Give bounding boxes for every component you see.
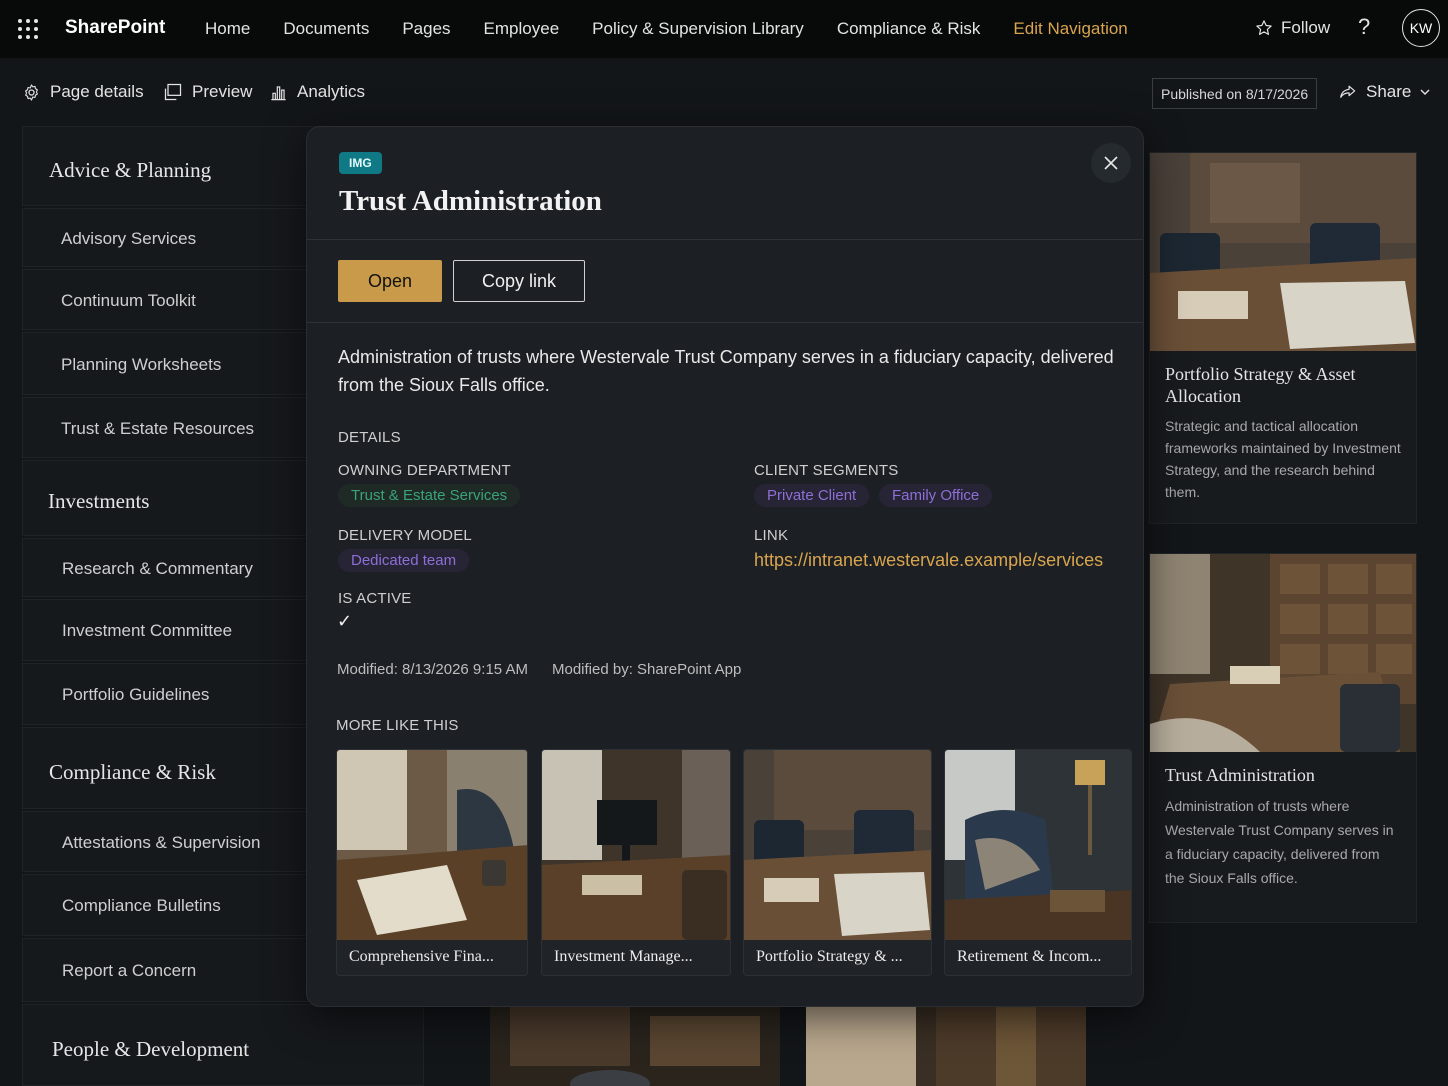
page-details-label: Page details [50, 82, 144, 101]
nav-item-label: Trust & Estate Resources [61, 419, 255, 438]
nav-item-label: Continuum Toolkit [61, 291, 196, 310]
close-icon [1104, 156, 1118, 170]
star-icon [1256, 20, 1272, 35]
dialog-title: Trust Administration [339, 185, 602, 217]
modified-date: Modified: 8/13/2026 9:15 AM [337, 661, 528, 678]
nav-policy-library[interactable]: Policy & Supervision Library [592, 19, 804, 39]
item-link[interactable]: https://intranet.westervale.example/serv… [754, 550, 1103, 571]
nav-pages[interactable]: Pages [402, 19, 450, 39]
link-label: LINK [754, 527, 789, 544]
background-image [490, 1006, 780, 1086]
page-details-button[interactable]: Page details [22, 82, 144, 102]
close-button[interactable] [1091, 143, 1131, 183]
nav-documents[interactable]: Documents [283, 19, 369, 39]
nav-home[interactable]: Home [205, 19, 250, 39]
app-launcher-icon[interactable] [18, 19, 38, 39]
gear-icon [25, 83, 38, 101]
nav-group-label: Advice & Planning [49, 158, 212, 182]
related-item-title: Investment Manage... [554, 948, 693, 965]
delivery-model-tag: Dedicated team [338, 549, 470, 572]
client-segment-tag: Private Client [754, 484, 870, 507]
avatar[interactable]: KW [1402, 9, 1440, 47]
edit-navigation-link[interactable]: Edit Navigation [1013, 19, 1127, 39]
nav-item-label: Portfolio Guidelines [62, 685, 210, 704]
related-item-image [744, 750, 931, 940]
preview-icon [164, 83, 182, 101]
modified-by: Modified by: SharePoint App [552, 661, 742, 678]
published-status: Published on 8/17/2026 [1152, 78, 1318, 109]
card-description: Strategic and tactical allocation framew… [1165, 418, 1401, 500]
nav-item-label: Attestations & Supervision [62, 833, 261, 852]
divider [307, 322, 1143, 323]
nav-item-label: Planning Worksheets [61, 355, 222, 374]
related-item-card[interactable]: Comprehensive Fina... [336, 749, 528, 976]
related-item-image [337, 750, 527, 940]
nav-item-label: Compliance Bulletins [62, 896, 221, 915]
share-label: Share [1366, 82, 1412, 101]
related-item-card[interactable]: Investment Manage... [541, 749, 731, 976]
related-item-card[interactable]: Retirement & Incom... [944, 749, 1132, 976]
follow-button[interactable]: Follow [1255, 18, 1330, 38]
item-detail-dialog: IMG Trust Administration Open Copy link … [306, 126, 1144, 1007]
follow-label: Follow [1281, 18, 1331, 37]
brand-name[interactable]: SharePoint [65, 17, 165, 39]
owning-department-label: OWNING DEPARTMENT [338, 462, 511, 479]
command-bar: Page details Preview Analytics Published… [0, 58, 1448, 128]
office-photo [806, 1006, 1086, 1086]
divider [307, 239, 1143, 240]
is-active-checkmark: ✓ [337, 611, 353, 631]
share-icon [1340, 85, 1356, 98]
nav-item-label: Advisory Services [61, 229, 197, 248]
preview-button[interactable]: Preview [163, 82, 252, 102]
copy-link-button[interactable]: Copy link [453, 260, 585, 302]
more-like-this-heading: MORE LIKE THIS [336, 717, 459, 734]
card-title: Portfolio Strategy & Asset Allocation [1165, 364, 1356, 406]
chevron-down-icon [1420, 89, 1430, 95]
related-item-card[interactable]: Portfolio Strategy & ... [743, 749, 932, 976]
nav-item-label: Research & Commentary [62, 559, 253, 578]
card-image [1150, 554, 1416, 752]
nav-item-label: Investment Committee [62, 621, 233, 640]
item-description: Administration of trusts where Westerval… [338, 347, 1114, 395]
card-description: Administration of trusts where Westerval… [1165, 798, 1394, 886]
analytics-icon [271, 85, 286, 100]
nav-compliance-risk[interactable]: Compliance & Risk [837, 19, 981, 39]
office-photo [490, 1006, 780, 1086]
nav-item-label: Report a Concern [62, 961, 197, 980]
is-active-label: IS ACTIVE [338, 590, 412, 607]
nav-group-label: Investments [48, 489, 150, 513]
nav-group-label: People & Development [52, 1037, 250, 1061]
analytics-button[interactable]: Analytics [269, 82, 365, 102]
delivery-model-label: DELIVERY MODEL [338, 527, 472, 544]
related-item-title: Retirement & Incom... [957, 948, 1102, 965]
related-item-image [945, 750, 1131, 940]
open-button[interactable]: Open [338, 260, 442, 302]
nav-group-label: Compliance & Risk [49, 760, 216, 784]
card-image [1150, 153, 1416, 351]
suite-bar: SharePoint Home Documents Pages Employee… [0, 0, 1448, 58]
preview-label: Preview [192, 82, 253, 101]
content-card[interactable]: Portfolio Strategy & Asset Allocation St… [1149, 152, 1417, 524]
client-segment-tag: Family Office [879, 484, 993, 507]
share-button[interactable]: Share [1338, 82, 1431, 102]
file-type-badge: IMG [339, 152, 382, 174]
related-item-title: Portfolio Strategy & ... [756, 948, 903, 965]
nav-employee[interactable]: Employee [484, 19, 560, 39]
help-icon[interactable]: ? [1358, 14, 1370, 40]
top-nav: Home Documents Pages Employee Policy & S… [205, 19, 1161, 39]
client-segments-label: CLIENT SEGMENTS [754, 462, 899, 479]
nav-group-people-development[interactable]: People & Development [22, 1004, 424, 1086]
card-title: Trust Administration [1165, 765, 1315, 785]
background-image [806, 1006, 1086, 1086]
content-card[interactable]: Trust Administration Administration of t… [1149, 553, 1417, 923]
related-item-title: Comprehensive Fina... [349, 948, 494, 965]
owning-department-tag: Trust & Estate Services [338, 484, 521, 507]
related-item-image [542, 750, 730, 940]
analytics-label: Analytics [297, 82, 366, 101]
details-heading: DETAILS [338, 429, 401, 446]
